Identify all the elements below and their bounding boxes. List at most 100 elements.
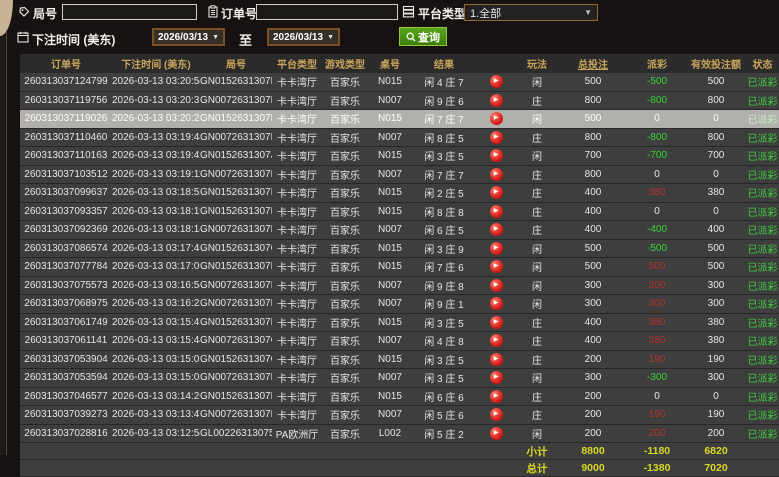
cell-status: 已派彩 [746,276,779,295]
play-video-icon[interactable]: ▶ [489,278,503,292]
round-number-input[interactable] [62,4,197,20]
column-header: 有效投注额 [686,54,746,73]
platform-type-select[interactable]: 1.全部 ▼ [464,4,598,21]
play-video-icon[interactable]: ▶ [489,371,503,385]
play-video-icon[interactable]: ▶ [489,167,503,181]
table-row[interactable]: 260313037028816 2026-03-13 03:12:54 GL0022… [20,424,779,443]
table-row[interactable]: 260313037119756 2026-03-13 03:20:32 GN0072… [20,91,779,110]
query-button[interactable]: 查询 [399,27,447,46]
table-row[interactable]: 260313037093357 2026-03-13 03:18:19 GN0152… [20,202,779,221]
play-video-icon[interactable]: ▶ [489,426,503,440]
cell-order: 260313037068975 [20,294,112,314]
table-row[interactable]: 260313037086574 2026-03-13 03:17:45 GN0152… [20,239,779,258]
cell-time: 2026-03-13 03:17:05 [112,257,200,277]
cell-valid: 380 [686,331,746,351]
table-row[interactable]: 260313037039273 2026-03-13 03:13:47 GN0072… [20,405,779,425]
play-video-icon[interactable]: ▶ [489,204,503,218]
table-row[interactable]: 260313037092369 2026-03-13 03:18:14 GN0072… [20,220,779,240]
date-to-picker[interactable]: 2026/03/13 ▼ [267,28,340,46]
date-from-picker[interactable]: 2026/03/13 ▼ [152,28,225,46]
play-video-icon[interactable]: ▶ [489,334,503,348]
play-video-icon[interactable]: ▶ [489,241,503,255]
payout-sum: -1380 [628,459,686,477]
cell-valid: 500 [686,239,746,258]
table-row[interactable]: 260313037110163 2026-03-13 03:19:42 GN0152… [20,146,779,166]
cell-order: 260313037103512 [20,165,112,184]
cell-result: 闲 9 庄 8 [412,276,476,295]
cell-time: 2026-03-13 03:17:45 [112,239,200,258]
platform-type-label: 平台类型 [418,7,467,21]
cell-result: 闲 7 庄 7 [412,109,476,129]
play-video-icon[interactable]: ▶ [489,223,503,237]
cell-payout: -300 [628,368,686,388]
play-video-icon[interactable]: ▶ [489,260,503,274]
cell-play_type: 庄 [516,387,558,406]
play-video-icon[interactable]: ▶ [489,389,503,403]
play-video-icon[interactable]: ▶ [489,149,503,163]
order-number-input[interactable] [256,4,398,20]
table-row[interactable]: 260313037077784 2026-03-13 03:17:05 GN0152… [20,257,779,277]
column-header: 桌号 [368,54,412,73]
table-row[interactable]: 260313037124799 2026-03-13 03:20:54 GN0152… [20,73,779,92]
play-video-icon[interactable]: ▶ [489,315,503,329]
cell-round: GN0072631307F [200,368,272,388]
play-video-icon[interactable]: ▶ [489,130,503,144]
column-header: 下注时间 (美东) [112,54,200,73]
table-row[interactable]: 260313037046577 2026-03-13 03:14:26 GN0152… [20,387,779,406]
table-row[interactable]: 260313037068975 2026-03-13 03:16:23 GN0072… [20,294,779,314]
cell-round: GN0072631307I [200,276,272,295]
cell-result: 闲 7 庄 6 [412,257,476,277]
cell-play: ▶ [476,73,516,92]
play-video-icon[interactable]: ▶ [489,75,503,89]
cell-table_no: N015 [368,109,412,129]
play-video-icon[interactable]: ▶ [489,297,503,311]
cell-time: 2026-03-13 03:12:54 [112,424,200,443]
cell-valid: 0 [686,387,746,406]
cell-platform: 卡卡湾厅 [272,91,322,110]
cell-table_no: N007 [368,165,412,184]
table-row[interactable]: 260313037075573 2026-03-13 03:16:54 GN0072… [20,276,779,295]
cell-play_type: 庄 [516,405,558,425]
cell-play: ▶ [476,202,516,221]
table-row[interactable]: 260313037053594 2026-03-13 03:15:03 GN0072… [20,368,779,388]
column-header: 平台类型 [272,54,322,73]
play-video-icon[interactable]: ▶ [489,93,503,107]
date-to-value: 2026/03/13 [273,31,324,43]
cell-round: GN0072631307M [200,128,272,147]
play-video-icon[interactable]: ▶ [489,112,503,126]
cell-table_no: L002 [368,424,412,443]
cell-status: 已派彩 [746,294,779,314]
cell-order: 260313037086574 [20,239,112,258]
cell-platform: 卡卡湾厅 [272,183,322,203]
play-video-icon[interactable]: ▶ [489,408,503,422]
cell-result: 闲 4 庄 8 [412,331,476,351]
clipboard-icon [207,5,219,18]
table-row[interactable]: 260313037053904 2026-03-13 03:15:05 GN0152… [20,350,779,369]
cell-table_no: N015 [368,350,412,369]
table-row[interactable]: 260313037103512 2026-03-13 03:19:11 GN0072… [20,165,779,184]
platform-type-value: 1.全部 [470,7,502,20]
table-row[interactable]: 260313037099637 2026-03-13 03:18:52 GN0152… [20,183,779,203]
cell-total: 400 [558,331,628,351]
table-row[interactable]: 260313037061141 2026-03-13 03:15:44 GN0072… [20,331,779,351]
round-number-label: 局号 [33,7,58,21]
cell-result: 闲 6 庄 5 [412,220,476,240]
cell-order: 260313037092369 [20,220,112,240]
cell-result: 闲 3 庄 5 [412,146,476,166]
play-video-icon[interactable]: ▶ [489,186,503,200]
chevron-down-icon: ▼ [327,33,334,41]
cell-status: 已派彩 [746,183,779,203]
filter-bar: 局号 订单号 平台类型 1.全部 ▼ 下注时间 (美东) 2026/03/13 … [0,0,779,54]
cell-valid: 190 [686,350,746,369]
cell-payout: -800 [628,128,686,147]
cell-result: 闲 5 庄 2 [412,424,476,443]
column-header[interactable]: 总投注 [558,54,628,73]
play-video-icon[interactable]: ▶ [489,352,503,366]
cell-status: 已派彩 [746,424,779,443]
table-row[interactable]: 260313037110460 2026-03-13 03:19:44 GN0072… [20,128,779,147]
table-row[interactable]: 260313037061749 2026-03-13 03:15:47 GN0152… [20,313,779,332]
cell-play: ▶ [476,128,516,147]
cell-platform: 卡卡湾厅 [272,146,322,166]
table-row[interactable]: 260313037119026 2026-03-13 03:20:26 GN0152… [20,109,779,129]
cell-time: 2026-03-13 03:18:19 [112,202,200,221]
